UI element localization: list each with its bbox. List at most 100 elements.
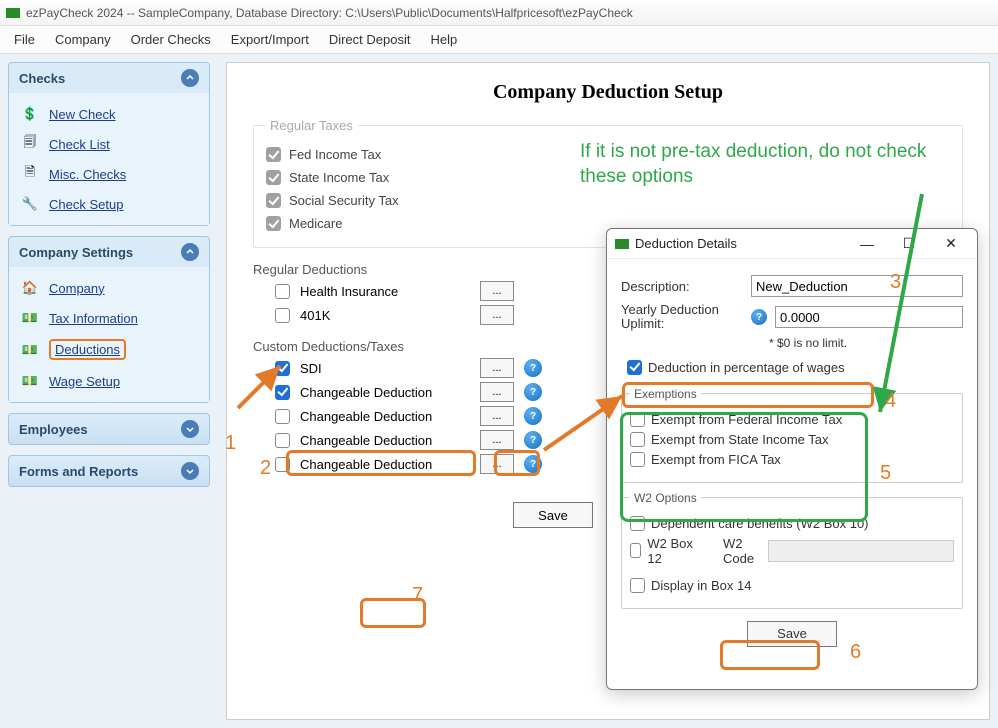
help-icon[interactable]: ?: [524, 455, 542, 473]
description-input[interactable]: [751, 275, 963, 297]
uplimit-note: * $0 is no limit.: [769, 336, 963, 350]
menu-company[interactable]: Company: [45, 28, 121, 51]
panel-settings-title: Company Settings: [19, 245, 133, 260]
panel-employees-header[interactable]: Employees: [9, 414, 209, 444]
w2-code-input[interactable]: [768, 540, 954, 562]
sidebar: Checks 💲New Check 🗐Check List 🗎Misc. Che…: [0, 54, 218, 728]
checkbox-social-security-tax: [266, 193, 281, 208]
menu-export-import[interactable]: Export/Import: [221, 28, 319, 51]
info-icon[interactable]: ?: [751, 309, 767, 325]
menubar: File Company Order Checks Export/Import …: [0, 26, 998, 54]
checkbox-401k[interactable]: [275, 308, 290, 323]
checkbox-exempt-state[interactable]: [630, 432, 645, 447]
page-title: Company Deduction Setup: [253, 81, 963, 104]
annotation-2: 2: [260, 457, 271, 480]
sidebar-item-deductions[interactable]: 💵Deductions: [13, 333, 205, 366]
save-button[interactable]: Save: [513, 502, 593, 528]
checkbox-changeable-1[interactable]: [275, 385, 290, 400]
annotation-3: 3: [890, 271, 901, 294]
dialog-save-button[interactable]: Save: [747, 621, 837, 647]
sidebar-item-check-setup[interactable]: 🔧Check Setup: [13, 189, 205, 219]
panel-forms: Forms and Reports: [8, 455, 210, 487]
wrench-icon: 🔧: [19, 195, 41, 213]
checkbox-health-insurance[interactable]: [275, 284, 290, 299]
help-icon[interactable]: ?: [524, 407, 542, 425]
checkbox-changeable-4[interactable]: [275, 457, 290, 472]
checkbox-changeable-2[interactable]: [275, 409, 290, 424]
doc-icon: 🗎: [19, 165, 41, 183]
sidebar-item-new-check[interactable]: 💲New Check: [13, 99, 205, 129]
details-health-insurance[interactable]: ...: [480, 281, 514, 301]
panel-settings-header[interactable]: Company Settings: [9, 237, 209, 267]
panel-checks-header[interactable]: Checks: [9, 63, 209, 93]
annotation-1: 1: [225, 432, 236, 455]
uplimit-label: Yearly Deduction Uplimit:: [621, 303, 743, 332]
checkbox-percentage-of-wages[interactable]: [627, 360, 642, 375]
chevron-down-icon: [181, 462, 199, 480]
panel-settings: Company Settings 🏠Company 💵Tax Informati…: [8, 236, 210, 403]
w2-code-label: W2 Code: [723, 536, 762, 566]
sidebar-item-wage-setup[interactable]: 💵Wage Setup: [13, 366, 205, 396]
panel-checks-title: Checks: [19, 71, 65, 86]
details-changeable-1[interactable]: ...: [480, 382, 514, 402]
details-changeable-3[interactable]: ...: [480, 430, 514, 450]
wage-icon: 💵: [19, 372, 41, 390]
details-401k[interactable]: ...: [480, 305, 514, 325]
panel-checks: Checks 💲New Check 🗐Check List 🗎Misc. Che…: [8, 62, 210, 226]
w2-options-group: W2 Options Dependent care benefits (W2 B…: [621, 491, 963, 609]
menu-direct-deposit[interactable]: Direct Deposit: [319, 28, 421, 51]
panel-employees: Employees: [8, 413, 210, 445]
checkbox-dependent-care[interactable]: [630, 516, 645, 531]
uplimit-input[interactable]: [775, 306, 963, 328]
app-icon: [6, 8, 20, 18]
w2-legend: W2 Options: [630, 491, 701, 505]
details-changeable-4[interactable]: ...: [480, 454, 514, 474]
help-icon[interactable]: ?: [524, 431, 542, 449]
checkbox-exempt-federal[interactable]: [630, 412, 645, 427]
checkbox-medicare: [266, 216, 281, 231]
details-changeable-2[interactable]: ...: [480, 406, 514, 426]
chevron-down-icon: [181, 420, 199, 438]
annotation-7: 7: [412, 584, 423, 607]
chevron-up-icon: [181, 243, 199, 261]
panel-employees-title: Employees: [19, 422, 88, 437]
titlebar: ezPayCheck 2024 -- SampleCompany, Databa…: [0, 0, 998, 26]
checkbox-w2-box12[interactable]: [630, 543, 641, 558]
checkbox-exempt-fica[interactable]: [630, 452, 645, 467]
sidebar-item-tax-information[interactable]: 💵Tax Information: [13, 303, 205, 333]
checkbox-display-box14[interactable]: [630, 578, 645, 593]
sidebar-item-check-list[interactable]: 🗐Check List: [13, 129, 205, 159]
panel-forms-header[interactable]: Forms and Reports: [9, 456, 209, 486]
menu-file[interactable]: File: [4, 28, 45, 51]
description-label: Description:: [621, 279, 743, 294]
panel-forms-title: Forms and Reports: [19, 464, 138, 479]
dialog-titlebar: Deduction Details — ☐ ✕: [607, 229, 977, 259]
maximize-button[interactable]: ☐: [889, 231, 929, 257]
dialog-title: Deduction Details: [635, 236, 737, 251]
checkbox-state-income-tax: [266, 170, 281, 185]
checkbox-sdi[interactable]: [275, 361, 290, 376]
menu-help[interactable]: Help: [420, 28, 467, 51]
details-sdi[interactable]: ...: [480, 358, 514, 378]
sidebar-item-company[interactable]: 🏠Company: [13, 273, 205, 303]
menu-order-checks[interactable]: Order Checks: [121, 28, 221, 51]
list-icon: 🗐: [19, 135, 41, 153]
regular-taxes-legend: Regular Taxes: [266, 118, 357, 133]
percentage-label: Deduction in percentage of wages: [648, 360, 845, 375]
help-icon[interactable]: ?: [524, 383, 542, 401]
help-icon[interactable]: ?: [524, 359, 542, 377]
checkbox-fed-income-tax: [266, 147, 281, 162]
exemptions-group: Exemptions Exempt from Federal Income Ta…: [621, 387, 963, 483]
annotation-4: 4: [885, 390, 896, 413]
money-icon: 💵: [19, 309, 41, 327]
chevron-up-icon: [181, 69, 199, 87]
sidebar-item-misc-checks[interactable]: 🗎Misc. Checks: [13, 159, 205, 189]
percentage-row: Deduction in percentage of wages: [621, 356, 963, 379]
checkbox-changeable-3[interactable]: [275, 433, 290, 448]
deduct-icon: 💵: [19, 341, 41, 359]
annotation-5: 5: [880, 462, 891, 485]
close-button[interactable]: ✕: [931, 231, 971, 257]
window-title: ezPayCheck 2024 -- SampleCompany, Databa…: [26, 6, 633, 20]
annotation-6: 6: [850, 641, 861, 664]
minimize-button[interactable]: —: [847, 231, 887, 257]
